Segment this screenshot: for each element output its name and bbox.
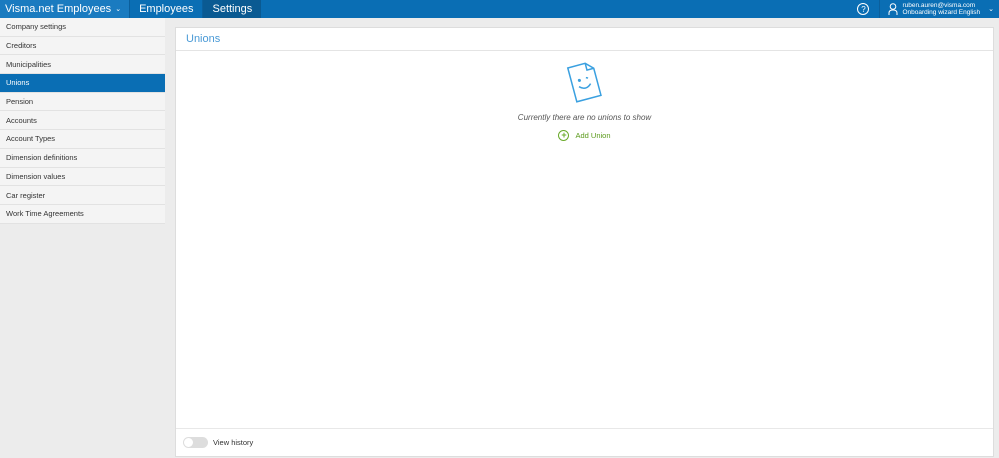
sidebar-item-dimension-definitions[interactable]: Dimension definitions	[0, 149, 165, 168]
chevron-down-icon: ⌄	[115, 6, 122, 13]
chevron-down-icon: ⌄	[988, 6, 994, 13]
sidebar-item-company-settings[interactable]: Company settings	[0, 18, 165, 37]
sidebar-item-car-register[interactable]: Car register	[0, 186, 165, 205]
app-switcher[interactable]: Visma.net Employees ⌄	[0, 0, 130, 18]
help-icon[interactable]: ?	[857, 3, 870, 15]
sidebar-item-dimension-values[interactable]: Dimension values	[0, 168, 165, 187]
sidebar-item-work-time-agreements[interactable]: Work Time Agreements	[0, 205, 165, 224]
sidebar-item-accounts[interactable]: Accounts	[0, 111, 165, 131]
empty-message: Currently there are no unions to show	[517, 113, 652, 122]
sidebar: Company settings Creditors Municipalitie…	[0, 18, 165, 224]
sidebar-item-pension[interactable]: Pension	[0, 93, 165, 112]
plus-circle-icon: +	[558, 130, 570, 141]
smiley-document-icon	[566, 62, 602, 103]
view-history-label: View history	[213, 438, 254, 447]
add-union-button[interactable]: + Add Union	[558, 130, 611, 141]
user-menu[interactable]: ruben.auren@visma.com Onboarding wizard E…	[879, 0, 999, 18]
user-email: ruben.auren@visma.com	[902, 2, 976, 9]
main-panel: Unions Currently there are no unions to …	[175, 27, 994, 457]
view-history-toggle[interactable]	[183, 437, 208, 448]
user-icon	[888, 3, 898, 15]
tab-settings[interactable]: Settings	[202, 0, 262, 18]
page-title: Unions	[176, 28, 993, 51]
sidebar-item-municipalities[interactable]: Municipalities	[0, 55, 165, 75]
sidebar-item-creditors[interactable]: Creditors	[0, 37, 165, 56]
top-bar: Visma.net Employees ⌄ Employees Settings …	[0, 0, 999, 18]
sidebar-item-unions[interactable]: Unions	[0, 74, 165, 93]
footer: View history	[176, 428, 993, 456]
empty-state: Currently there are no unions to show + A…	[176, 60, 993, 143]
user-context: Onboarding wizard English	[902, 9, 981, 16]
sidebar-item-account-types[interactable]: Account Types	[0, 130, 165, 149]
tab-employees[interactable]: Employees	[129, 0, 202, 18]
